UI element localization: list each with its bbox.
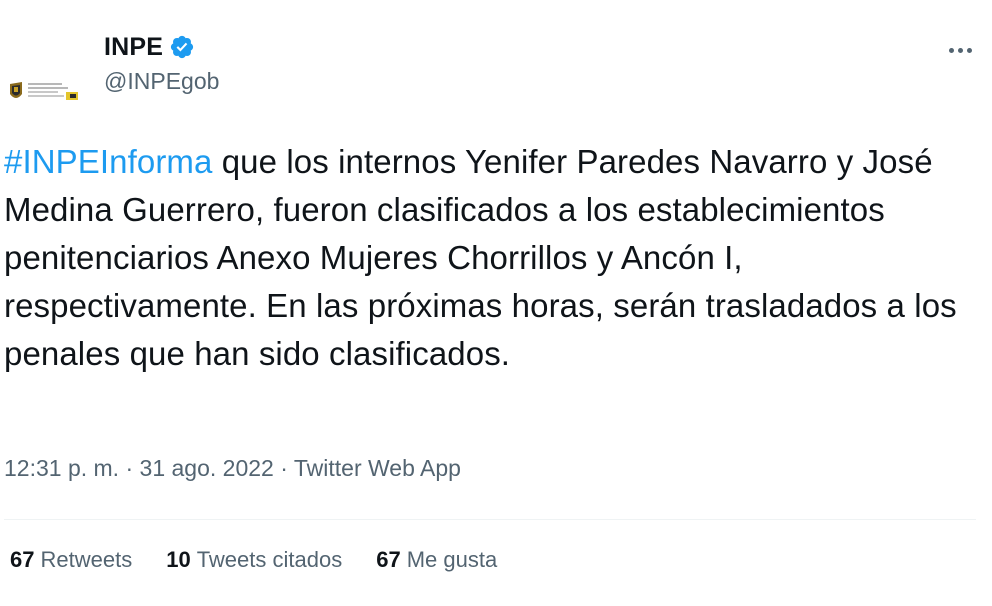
likes-stat[interactable]: 67 Me gusta bbox=[376, 547, 497, 573]
name-row: INPE bbox=[104, 30, 195, 64]
divider bbox=[4, 519, 976, 520]
verified-badge-icon bbox=[171, 35, 194, 59]
avatar[interactable] bbox=[0, 22, 90, 112]
meta-separator: · bbox=[280, 455, 288, 481]
display-name[interactable]: INPE bbox=[104, 33, 163, 62]
likes-label: Me gusta bbox=[406, 547, 498, 572]
retweets-count: 67 bbox=[10, 547, 35, 572]
more-options-icon[interactable] bbox=[940, 36, 980, 64]
retweets-label: Retweets bbox=[40, 547, 133, 572]
quotes-label: Tweets citados bbox=[196, 547, 343, 572]
retweets-stat[interactable]: 67 Retweets bbox=[10, 547, 132, 573]
inpe-logo-icon bbox=[10, 82, 78, 100]
tweet-stats: 67 Retweets 10 Tweets citados 67 Me gusta bbox=[10, 547, 531, 573]
quote-tweets-stat[interactable]: 10 Tweets citados bbox=[166, 547, 342, 573]
tweet-card: INPE @INPEgob #INPEInforma que los inter… bbox=[0, 0, 992, 606]
account-handle[interactable]: @INPEgob bbox=[104, 68, 219, 95]
likes-count: 67 bbox=[376, 547, 401, 572]
dot bbox=[948, 47, 954, 53]
dot bbox=[966, 47, 972, 53]
tweet-source[interactable]: Twitter Web App bbox=[294, 455, 461, 481]
hashtag-link[interactable]: #INPEInforma bbox=[4, 143, 212, 180]
tweet-text: #INPEInforma que los internos Yenifer Pa… bbox=[4, 138, 984, 378]
dot bbox=[957, 47, 963, 53]
tweet-meta: 12:31 p. m. · 31 ago. 2022 · Twitter Web… bbox=[4, 455, 461, 482]
quotes-count: 10 bbox=[166, 547, 191, 572]
tweet-time[interactable]: 12:31 p. m. bbox=[4, 455, 119, 481]
tweet-date[interactable]: 31 ago. 2022 bbox=[140, 455, 274, 481]
meta-separator: · bbox=[125, 455, 134, 481]
